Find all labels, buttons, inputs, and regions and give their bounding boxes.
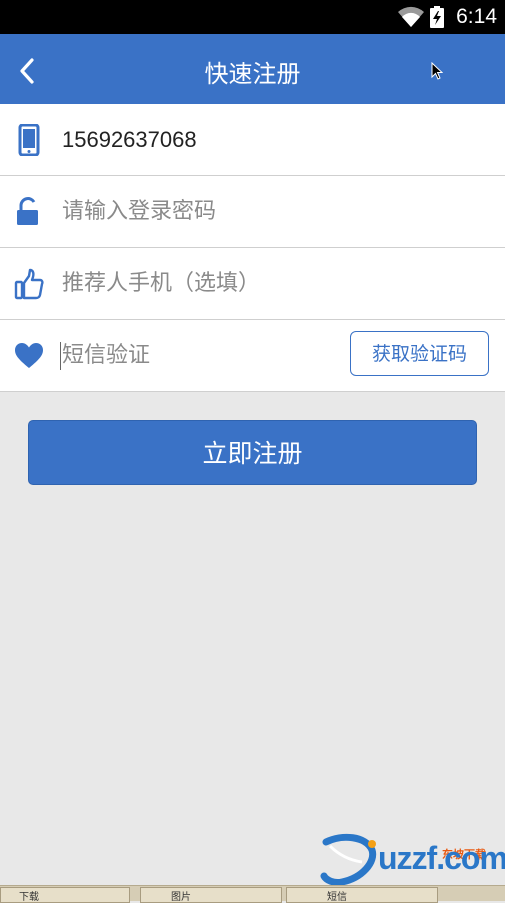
watermark-logo-text: uzzf.com bbox=[378, 840, 505, 876]
status-bar: 6:14 bbox=[0, 0, 505, 34]
status-time: 6:14 bbox=[456, 5, 497, 28]
taskbar-item[interactable]: 图片 bbox=[140, 887, 282, 903]
password-field[interactable]: 请输入登录密码 bbox=[62, 176, 216, 247]
taskbar-item-label: 短信 bbox=[327, 892, 347, 903]
mouse-pointer-icon bbox=[431, 62, 443, 80]
uzzf-logo-icon bbox=[320, 833, 377, 886]
taskbar-item[interactable]: 下载 bbox=[0, 887, 130, 903]
taskbar-item-label: 下载 bbox=[19, 892, 39, 903]
thumbs-up-icon bbox=[14, 268, 44, 300]
phone-icon bbox=[18, 124, 40, 156]
phone-row: 15692637068 bbox=[0, 104, 505, 176]
text-caret bbox=[60, 342, 61, 370]
title-bar: 快速注册 bbox=[0, 34, 505, 104]
sms-row: 短信验证 获取验证码 bbox=[0, 320, 505, 392]
taskbar-item[interactable]: 短信 bbox=[286, 887, 438, 903]
referrer-row: 推荐人手机（选填） bbox=[0, 248, 505, 320]
wifi-icon bbox=[398, 6, 424, 27]
heart-icon bbox=[15, 343, 43, 368]
phone-field[interactable]: 15692637068 bbox=[62, 104, 197, 175]
page-title: 快速注册 bbox=[204, 60, 301, 88]
get-sms-code-button[interactable]: 获取验证码 bbox=[350, 331, 489, 376]
register-button[interactable]: 立即注册 bbox=[28, 420, 477, 485]
referrer-field[interactable]: 推荐人手机（选填） bbox=[62, 248, 260, 319]
uzzf-watermark-logo: 东坡下载 uzzf.com bbox=[320, 832, 505, 888]
taskbar-item-label: 图片 bbox=[171, 892, 191, 903]
unlock-icon bbox=[17, 197, 38, 225]
registration-form: 15692637068 请输入登录密码 推荐人手机（选填） 短信验证 获取验证码 bbox=[0, 104, 505, 392]
sms-code-field[interactable]: 短信验证 bbox=[62, 320, 150, 391]
password-row: 请输入登录密码 bbox=[0, 176, 505, 248]
battery-charging-icon bbox=[430, 6, 444, 28]
desktop-taskbar: 下载 图片 短信 bbox=[0, 885, 505, 903]
